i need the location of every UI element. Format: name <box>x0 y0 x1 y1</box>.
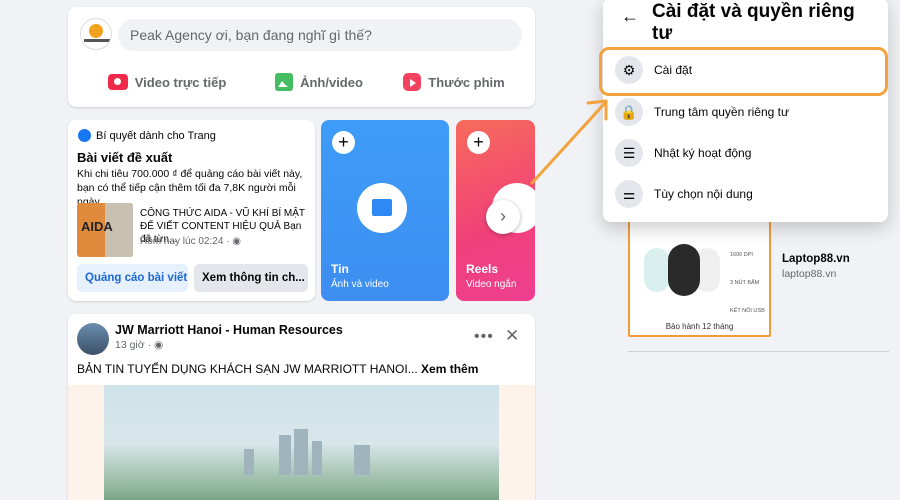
reel-icon <box>403 73 422 91</box>
plus-icon: + <box>467 131 490 154</box>
recommended-post-card: Bí quyết dành cho Trang Bài viết đề xuất… <box>68 120 315 301</box>
close-icon[interactable]: ✕ <box>505 326 519 346</box>
create-story-card[interactable]: + Tin Ảnh và video <box>321 120 449 301</box>
lightbulb-icon <box>78 129 91 142</box>
sponsor-url[interactable]: laptop88.vn <box>782 268 836 280</box>
post-time[interactable]: 13 giờ · ◉ <box>115 339 163 351</box>
settings-privacy-menu: ← Cài đặt và quyền riêng tư ⚙ Cài đặt 🔒 … <box>603 0 888 222</box>
post-author[interactable]: JW Marriott Hanoi - Human Resources <box>115 323 343 337</box>
story-book-icon <box>357 183 407 233</box>
photo-video-label: Ảnh/video <box>300 74 363 90</box>
spec-dpi: 1600 DPI <box>730 252 753 258</box>
list-icon: ☰ <box>615 139 643 167</box>
menu-item-label: Nhật ký hoạt động <box>654 146 752 160</box>
post-body: BẢN TIN TUYỂN DỤNG KHÁCH SẠN JW MARRIOTT… <box>77 362 418 376</box>
author-avatar[interactable] <box>77 323 109 355</box>
live-video-button[interactable]: Video trực tiếp <box>90 67 244 97</box>
menu-item-activity-log[interactable]: ☰ Nhật ký hoạt động <box>612 133 880 173</box>
more-options-icon[interactable]: ••• <box>474 328 494 346</box>
composer-actions: Video trực tiếp Ảnh/video Thước phim <box>68 67 535 97</box>
status-input[interactable]: Peak Agency ơi, bạn đang nghĩ gì thế? <box>118 19 522 51</box>
post-image[interactable] <box>68 385 535 500</box>
reel-name: Reels <box>466 262 499 276</box>
menu-item-label: Tùy chọn nội dung <box>654 187 753 201</box>
thumbnail-label: AIDA <box>81 219 113 234</box>
chevron-right-icon[interactable]: › <box>486 200 520 234</box>
menu-item-privacy-center[interactable]: 🔒 Trung tâm quyền riêng tư <box>612 92 880 132</box>
warranty-text: Bảo hành 12 tháng <box>665 322 734 331</box>
settings-highlight-box <box>599 47 888 96</box>
view-insights-button[interactable]: Xem thông tin ch... <box>194 264 308 292</box>
menu-title: Cài đặt và quyền riêng tư <box>652 1 855 44</box>
divider <box>628 351 889 352</box>
post-composer: Peak Agency ơi, bạn đang nghĩ gì thế? Vi… <box>68 7 535 107</box>
photo-video-button[interactable]: Ảnh/video <box>244 67 394 97</box>
menu-item-label: Trung tâm quyền riêng tư <box>654 105 789 119</box>
lock-icon: 🔒 <box>615 98 643 126</box>
tips-header: Bí quyết dành cho Trang <box>78 129 216 142</box>
sponsored-image[interactable]: 1600 DPI 3 NÚT BẤM KẾT NỐI USB Bảo hành … <box>628 210 771 337</box>
live-video-label: Video trực tiếp <box>134 74 227 90</box>
story-sub: Ảnh và video <box>331 279 389 290</box>
reel-label: Thước phim <box>428 74 505 90</box>
post-thumbnail[interactable]: AIDA <box>77 203 133 257</box>
recommended-post-time: Hôm nay lúc 02:24 · ◉ <box>140 236 241 247</box>
menu-item-content-preferences[interactable]: ⚌ Tùy chọn nội dung <box>612 174 880 214</box>
sponsor-name[interactable]: Laptop88.vn <box>782 253 850 265</box>
story-name: Tin <box>331 262 349 276</box>
tips-title: Bài viết đề xuất <box>77 150 173 165</box>
back-arrow-icon[interactable]: ← <box>621 6 639 27</box>
spec-buttons: 3 NÚT BẤM <box>730 280 760 286</box>
photo-icon <box>275 73 294 91</box>
see-more-link[interactable]: Xem thêm <box>421 362 478 376</box>
sliders-icon: ⚌ <box>615 180 643 208</box>
plus-icon: + <box>332 131 355 154</box>
reel-sub: Video ngắn <box>466 279 517 290</box>
reel-button[interactable]: Thước phim <box>394 67 514 97</box>
spec-usb: KẾT NỐI USB <box>730 308 765 314</box>
tips-header-label: Bí quyết dành cho Trang <box>96 129 216 142</box>
boost-post-button[interactable]: Quảng cáo bài viết <box>77 264 188 292</box>
feed-post: JW Marriott Hanoi - Human Resources 13 g… <box>68 314 535 500</box>
live-video-icon <box>107 74 128 90</box>
post-text: BẢN TIN TUYỂN DỤNG KHÁCH SẠN JW MARRIOTT… <box>77 362 478 376</box>
page-avatar[interactable] <box>80 18 112 50</box>
